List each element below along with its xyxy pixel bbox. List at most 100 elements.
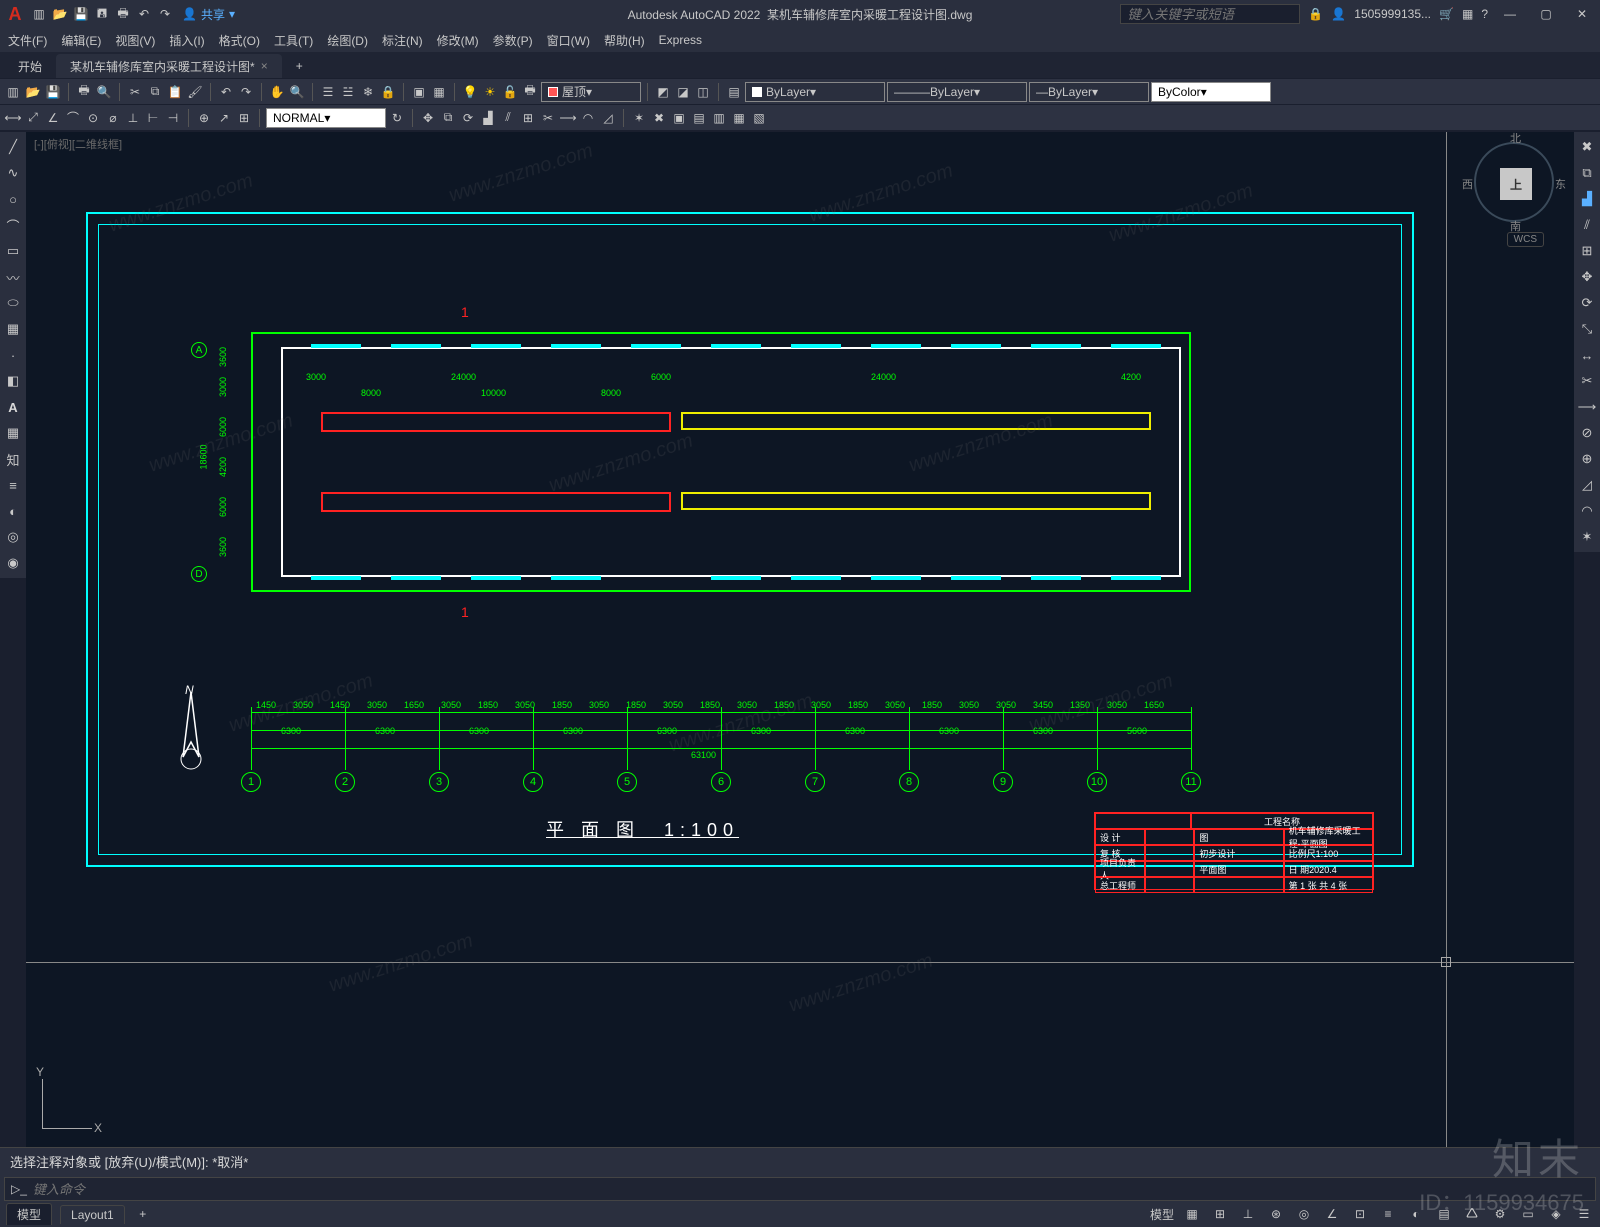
tb-cut-icon[interactable]: ✂	[126, 83, 144, 101]
bycolor-dropdown[interactable]: ByColor ▾	[1151, 82, 1271, 102]
r-extend-icon[interactable]: ⟶	[1576, 396, 1598, 418]
layer-dropdown[interactable]: 屋顶 ▾	[541, 82, 641, 102]
dim-update-icon[interactable]: ↻	[388, 109, 406, 127]
mod-move-icon[interactable]: ✥	[419, 109, 437, 127]
rect-icon[interactable]: ▭	[2, 240, 24, 262]
r-array-icon[interactable]: ⊞	[1576, 240, 1598, 262]
tb-layerlock-icon[interactable]: 🔒	[379, 83, 397, 101]
tab-new[interactable]: +	[282, 54, 317, 78]
mod-trim-icon[interactable]: ✂	[539, 109, 557, 127]
mod-copy-icon[interactable]: ⧉	[439, 109, 457, 127]
r-move-icon[interactable]: ✥	[1576, 266, 1598, 288]
lock2-icon[interactable]: 🔓	[501, 83, 519, 101]
tb-preview-icon[interactable]: 🔍	[95, 83, 113, 101]
bylayer-color-dropdown[interactable]: ByLayer ▾	[745, 82, 885, 102]
tb-layerprop-icon[interactable]: ☰	[319, 83, 337, 101]
tb-ext3-icon[interactable]: ▥	[710, 109, 728, 127]
text-icon[interactable]: A	[2, 396, 24, 418]
tb-ext2-icon[interactable]: ▤	[690, 109, 708, 127]
redo-icon[interactable]: ↷	[156, 5, 174, 23]
new-icon[interactable]: ▥	[30, 5, 48, 23]
tab-model[interactable]: 模型	[6, 1203, 52, 1225]
sun-icon[interactable]: ☀	[481, 83, 499, 101]
tb-ext4-icon[interactable]: ▦	[730, 109, 748, 127]
tb-copy-icon[interactable]: ⧉	[146, 83, 164, 101]
dim-arc-icon[interactable]: ⌒	[64, 109, 82, 127]
line-icon[interactable]: ╱	[2, 136, 24, 158]
tb-paste-icon[interactable]: 📋	[166, 83, 184, 101]
r-join-icon[interactable]: ⊕	[1576, 448, 1598, 470]
menu-insert[interactable]: 插入(I)	[169, 32, 204, 49]
tb-ext5-icon[interactable]: ▧	[750, 109, 768, 127]
mod-explode-icon[interactable]: ✶	[630, 109, 648, 127]
tb-undo2-icon[interactable]: ↶	[217, 83, 235, 101]
tb-table-icon[interactable]: ▦	[430, 83, 448, 101]
lineweight-dropdown[interactable]: — ByLayer ▾	[1029, 82, 1149, 102]
close-button[interactable]: ✕	[1568, 4, 1596, 24]
tb-misc1-icon[interactable]: ▤	[725, 83, 743, 101]
tb-make-icon[interactable]: ◩	[654, 83, 672, 101]
tb-open-icon[interactable]: 📂	[24, 83, 42, 101]
tab-layout1[interactable]: Layout1	[60, 1205, 125, 1224]
mtext-icon[interactable]: 知	[2, 448, 24, 470]
cart-icon[interactable]: 🛒	[1439, 7, 1454, 21]
r-chamfer-icon[interactable]: ◿	[1576, 474, 1598, 496]
close-tab-icon[interactable]: ×	[261, 59, 268, 73]
tb-redo2-icon[interactable]: ↷	[237, 83, 255, 101]
mod-offset-icon[interactable]: ⫽	[499, 109, 517, 127]
mod-array-icon[interactable]: ⊞	[519, 109, 537, 127]
tb-zoom-icon[interactable]: 🔍	[288, 83, 306, 101]
spline-icon[interactable]: 〰	[2, 266, 24, 288]
r-mirror-icon[interactable]: ▟	[1576, 188, 1598, 210]
app-menu-icon[interactable]: ▦	[1462, 7, 1473, 21]
tb-pan-icon[interactable]: ✋	[268, 83, 286, 101]
saveas-icon[interactable]: 🖪	[93, 5, 111, 23]
tb-mkblk-icon[interactable]: ◪	[674, 83, 692, 101]
print2-icon[interactable]: 🖶	[521, 83, 539, 101]
tab-current-file[interactable]: 某机车辅修库室内采暖工程设计图*×	[56, 54, 282, 78]
tb-layerfrz-icon[interactable]: ❄	[359, 83, 377, 101]
dyn-toggle-icon[interactable]: ⊡	[1350, 1204, 1370, 1224]
command-input[interactable]	[33, 1182, 1589, 1197]
dim-base-icon[interactable]: ⊢	[144, 109, 162, 127]
mod-rotate-icon[interactable]: ⟳	[459, 109, 477, 127]
user-name[interactable]: 1505999135...	[1354, 7, 1431, 21]
snap-toggle-icon[interactable]: ⊞	[1210, 1204, 1230, 1224]
hatch-icon[interactable]: ▦	[2, 318, 24, 340]
save-icon[interactable]: 💾	[72, 5, 90, 23]
dim-aligned-icon[interactable]: ⤢	[24, 109, 42, 127]
lwt-toggle-icon[interactable]: ≡	[1378, 1204, 1398, 1224]
signin-icon[interactable]: 🔒	[1308, 7, 1323, 21]
polyline-icon[interactable]: ∿	[2, 162, 24, 184]
command-input-box[interactable]: ▷_	[4, 1177, 1596, 1201]
ellipse-icon[interactable]: ⬭	[2, 292, 24, 314]
gradient-icon[interactable]: ◐	[2, 500, 24, 522]
mod-mirror-icon[interactable]: ▟	[479, 109, 497, 127]
dim-diameter-icon[interactable]: ⌀	[104, 109, 122, 127]
menu-view[interactable]: 视图(V)	[115, 32, 155, 49]
menu-param[interactable]: 参数(P)	[493, 32, 533, 49]
region-icon[interactable]: ◧	[2, 370, 24, 392]
tb-plot-icon[interactable]: 🖶	[75, 83, 93, 101]
menu-window[interactable]: 窗口(W)	[547, 32, 590, 49]
ortho-toggle-icon[interactable]: ⊥	[1238, 1204, 1258, 1224]
tb-ext1-icon[interactable]: ▣	[670, 109, 688, 127]
menu-dim[interactable]: 标注(N)	[382, 32, 423, 49]
r-stretch-icon[interactable]: ↔	[1576, 344, 1598, 366]
r-copy-icon[interactable]: ⧉	[1576, 162, 1598, 184]
help-icon[interactable]: ?	[1481, 7, 1488, 21]
donut-icon[interactable]: ◉	[2, 552, 24, 574]
dimstyle-dropdown[interactable]: NORMAL ▾	[266, 108, 386, 128]
dim-radius-icon[interactable]: ⊙	[84, 109, 102, 127]
r-explode-icon[interactable]: ✶	[1576, 526, 1598, 548]
grid-toggle-icon[interactable]: ▦	[1182, 1204, 1202, 1224]
tb-match-icon[interactable]: 🖌	[186, 83, 204, 101]
mod-fillet-icon[interactable]: ◠	[579, 109, 597, 127]
tb-xref-icon[interactable]: ◫	[694, 83, 712, 101]
polar-toggle-icon[interactable]: ⊛	[1266, 1204, 1286, 1224]
menu-help[interactable]: 帮助(H)	[604, 32, 645, 49]
r-break-icon[interactable]: ⊘	[1576, 422, 1598, 444]
user-icon[interactable]: 👤	[1331, 7, 1346, 21]
open-icon[interactable]: 📂	[51, 5, 69, 23]
r-scale-icon[interactable]: ⤡	[1576, 318, 1598, 340]
